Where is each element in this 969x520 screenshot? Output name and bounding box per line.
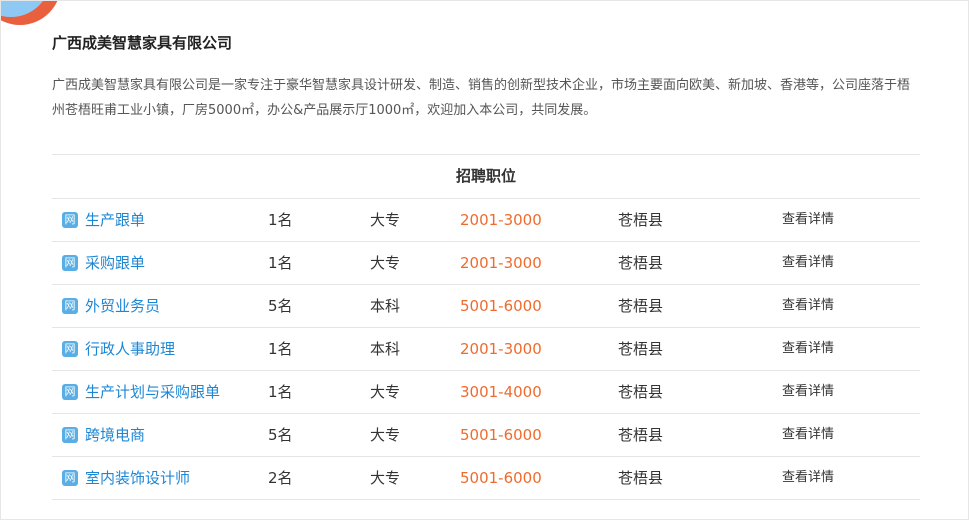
job-location: 苍梧县 [618, 469, 664, 487]
job-rows: 网生产跟单 1名 大专 2001-3000 苍梧县 查看详情网采购跟单 1名 大专 2001-3… [52, 199, 920, 500]
job-title-link[interactable]: 室内装饰设计师 [85, 457, 190, 499]
job-row: 网生产计划与采购跟单 1名 大专 3001-4000 苍梧县 查看详情 [52, 371, 920, 414]
job-headcount: 1名 [268, 254, 293, 272]
job-education: 大专 [370, 383, 401, 401]
job-education: 本科 [370, 297, 401, 315]
job-education: 大专 [370, 426, 401, 444]
job-title-link[interactable]: 外贸业务员 [85, 285, 160, 327]
web-badge-icon: 网 [62, 212, 78, 228]
company-card: 广西成美智慧家具有限公司 广西成美智慧家具有限公司是一家专注于豪华智慧家具设计研… [0, 0, 969, 520]
web-badge-icon: 网 [62, 341, 78, 357]
job-headcount: 2名 [268, 469, 293, 487]
view-details-link[interactable]: 查看详情 [782, 457, 834, 499]
job-title-link[interactable]: 生产计划与采购跟单 [85, 371, 220, 413]
job-salary: 3001-4000 [460, 383, 542, 401]
web-badge-icon: 网 [62, 255, 78, 271]
view-details-link[interactable]: 查看详情 [782, 199, 834, 241]
job-title-link[interactable]: 生产跟单 [85, 199, 145, 241]
job-location: 苍梧县 [618, 426, 664, 444]
job-salary: 2001-3000 [460, 254, 542, 272]
job-headcount: 5名 [268, 297, 293, 315]
web-badge-icon: 网 [62, 427, 78, 443]
web-badge-icon: 网 [62, 298, 78, 314]
job-location: 苍梧县 [618, 383, 664, 401]
job-education: 本科 [370, 340, 401, 358]
job-education: 大专 [370, 254, 401, 272]
job-list: 招聘职位 网生产跟单 1名 大专 2001-3000 苍梧县 查看详情网采购跟单 1名 大专 2… [52, 154, 920, 500]
job-row: 网生产跟单 1名 大专 2001-3000 苍梧县 查看详情 [52, 199, 920, 242]
job-salary: 2001-3000 [460, 340, 542, 358]
job-education: 大专 [370, 211, 401, 229]
web-badge-icon: 网 [62, 470, 78, 486]
job-location: 苍梧县 [618, 211, 664, 229]
job-row: 网跨境电商 5名 大专 5001-6000 苍梧县 查看详情 [52, 414, 920, 457]
job-salary: 5001-6000 [460, 426, 542, 444]
job-headcount: 5名 [268, 426, 293, 444]
view-details-link[interactable]: 查看详情 [782, 371, 834, 413]
job-education: 大专 [370, 469, 401, 487]
view-details-link[interactable]: 查看详情 [782, 242, 834, 284]
view-details-link[interactable]: 查看详情 [782, 328, 834, 370]
job-list-title: 招聘职位 [52, 155, 920, 199]
job-location: 苍梧县 [618, 297, 664, 315]
company-name: 广西成美智慧家具有限公司 [52, 34, 233, 52]
job-title-link[interactable]: 跨境电商 [85, 414, 145, 456]
job-location: 苍梧县 [618, 340, 664, 358]
job-headcount: 1名 [268, 211, 293, 229]
job-salary: 2001-3000 [460, 211, 542, 229]
job-row: 网外贸业务员 5名 本科 5001-6000 苍梧县 查看详情 [52, 285, 920, 328]
job-headcount: 1名 [268, 383, 293, 401]
job-row: 网采购跟单 1名 大专 2001-3000 苍梧县 查看详情 [52, 242, 920, 285]
job-title-link[interactable]: 采购跟单 [85, 242, 145, 284]
job-headcount: 1名 [268, 340, 293, 358]
view-details-link[interactable]: 查看详情 [782, 285, 834, 327]
job-salary: 5001-6000 [460, 297, 542, 315]
company-intro: 广西成美智慧家具有限公司是一家专注于豪华智慧家具设计研发、制造、销售的创新型技术… [52, 78, 911, 118]
job-row: 网行政人事助理 1名 本科 2001-3000 苍梧县 查看详情 [52, 328, 920, 371]
web-badge-icon: 网 [62, 384, 78, 400]
view-details-link[interactable]: 查看详情 [782, 414, 834, 456]
job-row: 网室内装饰设计师 2名 大专 5001-6000 苍梧县 查看详情 [52, 457, 920, 500]
job-title-link[interactable]: 行政人事助理 [85, 328, 175, 370]
job-location: 苍梧县 [618, 254, 664, 272]
job-salary: 5001-6000 [460, 469, 542, 487]
